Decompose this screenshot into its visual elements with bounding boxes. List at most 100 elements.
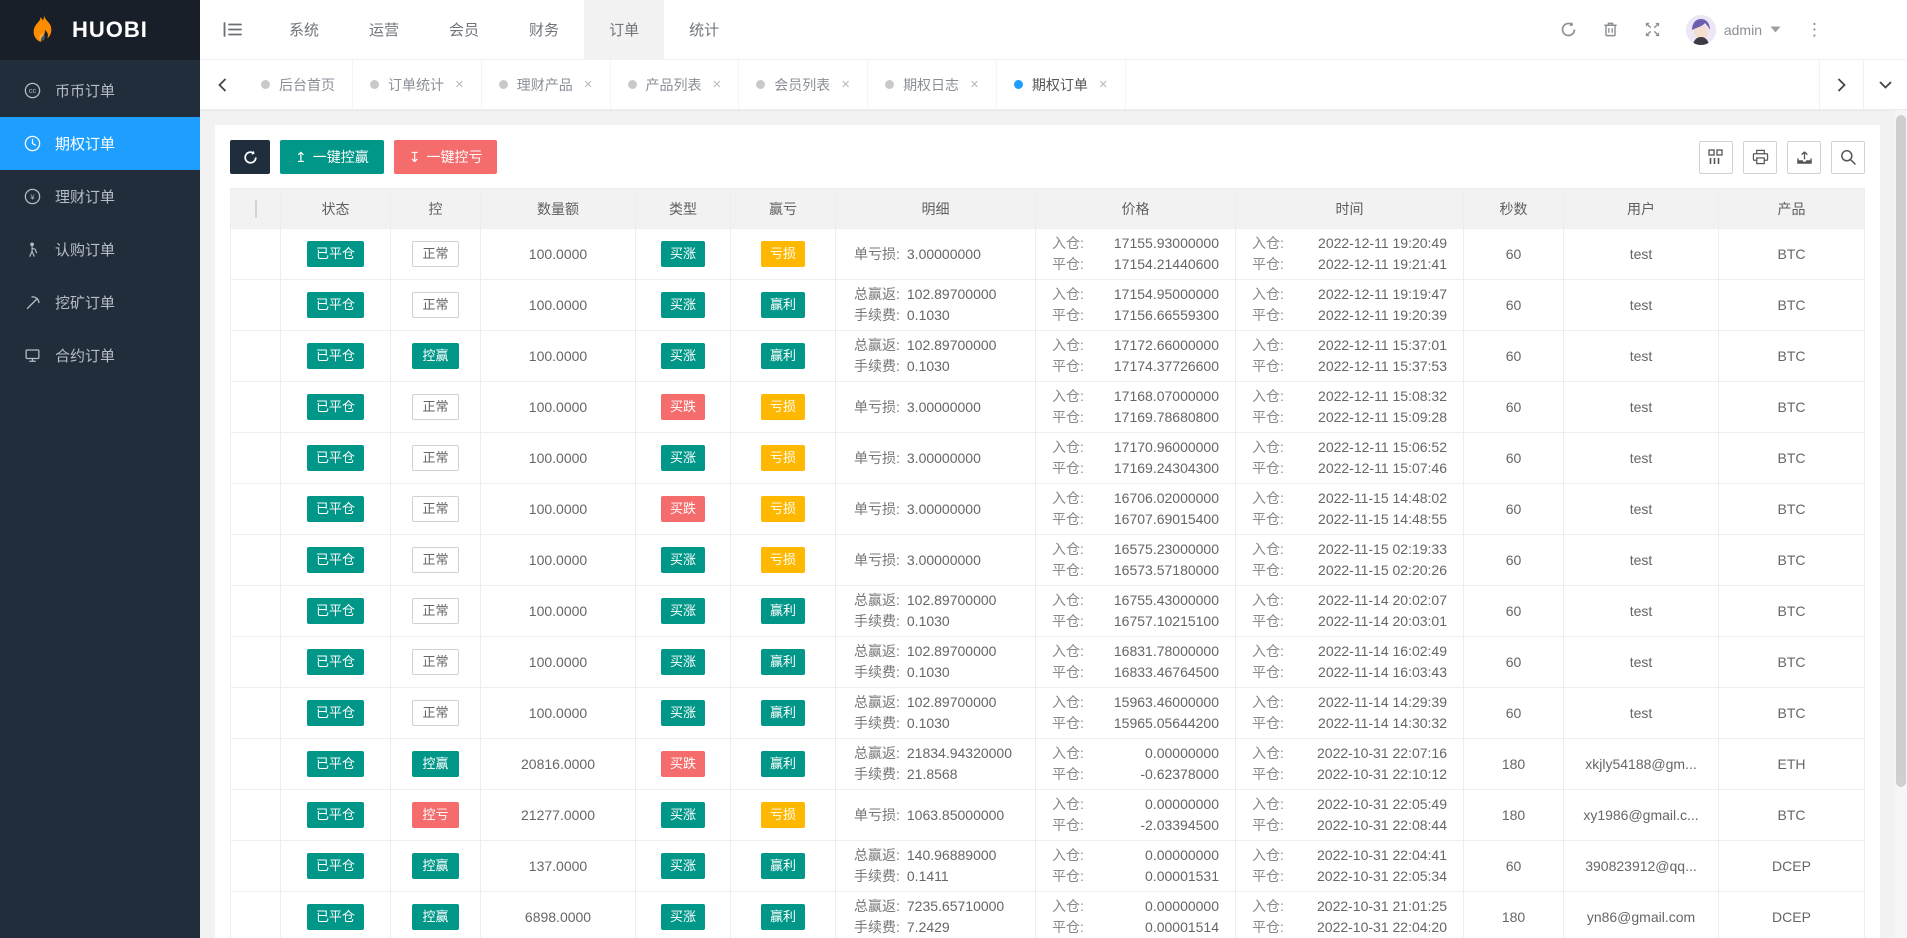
result-badge: 赢利 [760,699,805,727]
tabs-scroll-right-icon[interactable] [1819,60,1863,109]
sidebar-item-contract-orders[interactable]: 合约订单 [0,329,200,382]
type-badge: 买涨 [660,903,705,931]
control-button[interactable]: 控赢 [412,903,459,931]
refresh-icon[interactable] [1560,21,1577,38]
entry-time-value: 2022-10-31 22:04:41 [1317,847,1447,863]
refresh-table-button[interactable] [230,140,270,174]
control-button[interactable]: 控赢 [412,852,459,880]
entry-price-label: 入仓: [1052,694,1084,710]
clock-icon [24,135,41,152]
close-icon[interactable]: × [1099,76,1108,93]
force-win-all-label: 一键控赢 [312,149,369,165]
tab-order-stats[interactable]: 订单统计 × [353,60,482,109]
control-button[interactable]: 正常 [412,597,459,625]
detail-value: 3.00000000 [906,398,981,415]
row-select-cell[interactable] [230,891,281,938]
close-icon[interactable]: × [841,76,850,93]
sidebar-collapse-icon[interactable] [200,0,264,60]
detail-label: 手续费: [854,307,900,323]
scrollbar-thumb[interactable] [1896,115,1906,787]
trash-icon[interactable] [1602,21,1619,38]
tabs-scroll-left-icon[interactable] [200,60,244,109]
control-button[interactable]: 正常 [412,291,459,319]
close-icon[interactable]: × [970,76,979,93]
sidebar-item-coin-orders[interactable]: cc 币币订单 [0,64,200,117]
tabs-menu-icon[interactable] [1863,60,1907,109]
row-select-cell[interactable] [230,738,281,790]
tab-label: 期权订单 [1031,76,1088,93]
close-price-label: 平仓: [1052,664,1084,680]
result-badge: 赢利 [760,342,805,370]
detail-value: 0.1030 [906,664,950,680]
nav-item-operation[interactable]: 运营 [344,0,424,60]
row-select-cell[interactable] [230,279,281,331]
status-badge: 已平仓 [306,903,364,931]
select-all-checkbox[interactable] [254,199,257,218]
control-button[interactable]: 正常 [412,699,459,727]
more-menu-icon[interactable]: ⋮ [1806,21,1823,38]
table-row: 已平仓 正常 100.0000 买涨 亏损 单亏损: 3.00000000 入仓:… [230,534,1865,586]
row-select-cell[interactable] [230,228,281,280]
nav-item-orders[interactable]: 订单 [584,0,665,60]
tab-option-logs[interactable]: 期权日志 × [868,60,997,109]
detail-label: 单亏损: [854,806,900,823]
row-select-cell[interactable] [230,636,281,688]
price-cell: 入仓: 16831.78000000 平仓: 16833.46764500 [1035,636,1236,688]
sidebar-item-option-orders[interactable]: 期权订单 [0,117,200,170]
close-icon[interactable]: × [455,76,464,93]
user-menu[interactable]: admin [1685,14,1781,45]
control-button[interactable]: 正常 [412,648,459,676]
detail-cell: 单亏损: 3.00000000 [835,483,1036,535]
result-badge: 赢利 [760,852,805,880]
status-badge: 已平仓 [306,444,364,472]
control-button[interactable]: 控赢 [412,342,459,370]
status-badge: 已平仓 [306,240,364,268]
tab-wealth-products[interactable]: 理财产品 × [482,60,611,109]
row-select-cell[interactable] [230,432,281,484]
export-icon[interactable] [1787,140,1821,174]
type-badge: 买涨 [660,852,705,880]
close-price-value: 17174.37726600 [1113,358,1219,374]
nav-item-member[interactable]: 会员 [424,0,504,60]
row-select-cell[interactable] [230,330,281,382]
nav-item-finance[interactable]: 财务 [504,0,584,60]
close-icon[interactable]: × [584,76,593,93]
tab-product-list[interactable]: 产品列表 × [611,60,740,109]
control-button[interactable]: 正常 [412,240,459,268]
force-win-all-button[interactable]: ↥ 一键控赢 [280,140,384,174]
status-badge: 已平仓 [306,597,364,625]
control-button[interactable]: 正常 [412,393,459,421]
control-button[interactable]: 正常 [412,444,459,472]
fullscreen-icon[interactable] [1644,21,1661,38]
sidebar-item-wealth-orders[interactable]: ¥ 理财订单 [0,170,200,223]
row-select-cell[interactable] [230,534,281,586]
tab-option-orders[interactable]: 期权订单 × [997,60,1126,109]
sidebar-item-subscribe-orders[interactable]: 认购订单 [0,223,200,276]
control-button[interactable]: 控赢 [412,750,459,778]
product-cell: BTC [1718,330,1865,382]
nav-item-statistics[interactable]: 统计 [664,0,744,60]
close-time-value: 2022-12-11 15:09:28 [1318,409,1447,425]
control-button[interactable]: 正常 [412,495,459,523]
sidebar-item-mining-orders[interactable]: 挖矿订单 [0,276,200,329]
search-icon[interactable] [1831,140,1865,174]
close-icon[interactable]: × [713,76,722,93]
nav-item-system[interactable]: 系统 [264,0,344,60]
control-button[interactable]: 控亏 [412,801,459,829]
entry-price-label: 入仓: [1052,847,1084,863]
print-icon[interactable] [1743,140,1777,174]
row-select-cell[interactable] [230,483,281,535]
control-button[interactable]: 正常 [412,546,459,574]
product-cell: BTC [1718,789,1865,841]
row-select-cell[interactable] [230,381,281,433]
row-select-cell[interactable] [230,789,281,841]
close-time-value: 2022-11-14 14:30:32 [1318,715,1447,731]
tab-member-list[interactable]: 会员列表 × [739,60,869,109]
row-select-cell[interactable] [230,687,281,739]
row-select-cell[interactable] [230,840,281,892]
columns-filter-icon[interactable] [1699,140,1733,174]
row-select-cell[interactable] [230,585,281,637]
force-lose-all-button[interactable]: ↧ 一键控亏 [393,140,498,174]
tab-home[interactable]: 后台首页 [244,60,353,109]
price-cell: 入仓: 16706.02000000 平仓: 16707.69015400 [1035,483,1236,535]
